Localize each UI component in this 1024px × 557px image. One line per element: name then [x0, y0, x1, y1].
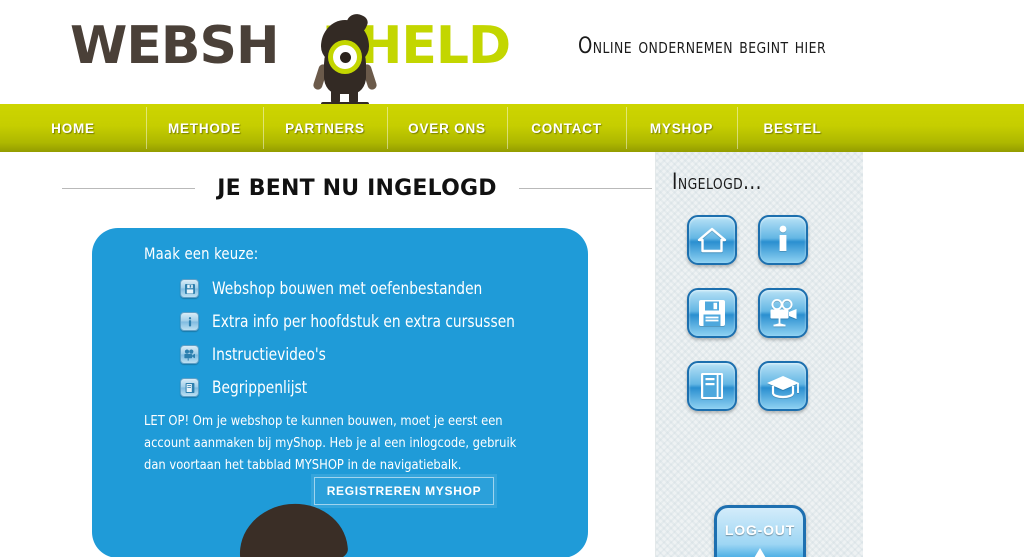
choice-label: Begrippenlijst	[212, 378, 308, 397]
nav-item-home[interactable]: HOME	[0, 104, 146, 152]
book-icon	[698, 371, 726, 401]
main-navigation: HOME METHODE PARTNERS OVER ONS CONTACT M…	[0, 104, 1024, 152]
mascot-pupil	[340, 52, 351, 63]
choice-label: Extra info per hoofdstuk en extra cursus…	[212, 312, 515, 331]
logout-button[interactable]: LOG-OUT	[714, 505, 806, 557]
logo-wordmark: WEBSHOPHELD	[70, 14, 511, 78]
floppy-disk-icon	[697, 298, 727, 328]
choice-item-instructievideos[interactable]: Instructievideo's	[180, 338, 580, 371]
right-sidebar: Ingelogd... LOG-OUT	[655, 152, 863, 557]
heading-rule-right	[518, 188, 652, 189]
page-heading-row: JE BENT NU INGELOGD	[0, 176, 652, 201]
info-icon	[180, 312, 199, 331]
floppy-disk-icon	[180, 279, 199, 298]
nav-item-methode[interactable]: METHODE	[146, 104, 263, 152]
page-root: WEBSHOPHELD Online ondernemen begint hie…	[0, 0, 1024, 557]
sidebar-icon-save[interactable]	[687, 288, 737, 338]
choice-item-webshop-bouwen[interactable]: Webshop bouwen met oefenbestanden	[180, 272, 580, 305]
home-icon	[697, 226, 727, 254]
bubble-note-text: LET OP! Om je webshop te kunnen bouwen, …	[144, 413, 517, 473]
sidebar-title: Ingelogd...	[672, 170, 762, 195]
sidebar-icon-book[interactable]	[687, 361, 737, 411]
logout-button-label: LOG-OUT	[724, 522, 796, 538]
site-header: WEBSHOPHELD Online ondernemen begint hie…	[0, 0, 1024, 107]
cyclops-mascot-icon	[312, 20, 378, 107]
nav-item-contact[interactable]: CONTACT	[507, 104, 626, 152]
choice-label: Instructievideo's	[212, 345, 326, 364]
sidebar-icon-home[interactable]	[687, 215, 737, 265]
sidebar-icon-video[interactable]	[758, 288, 808, 338]
logo-text-dark: WEBSH	[70, 16, 279, 76]
nav-item-partners[interactable]: PARTNERS	[263, 104, 387, 152]
info-icon	[774, 225, 792, 255]
right-whitespace	[863, 152, 1024, 557]
site-logo[interactable]: WEBSHOPHELD	[70, 14, 511, 107]
bubble-heading: Maak een keuze:	[144, 244, 259, 263]
speech-bubble-panel: Maak een keuze: Webshop bouwen met oefen…	[92, 228, 588, 557]
sidebar-icon-graduation[interactable]	[758, 361, 808, 411]
choice-list: Webshop bouwen met oefenbestanden Extra …	[180, 272, 580, 404]
sidebar-icon-grid	[687, 215, 827, 411]
logout-arrow-icon	[728, 546, 792, 557]
heading-rule-left	[62, 188, 196, 189]
nav-item-myshop[interactable]: MYSHOP	[626, 104, 737, 152]
nav-item-bestel[interactable]: BESTEL	[737, 104, 848, 152]
site-tagline: Online ondernemen begint hier	[578, 34, 827, 59]
nav-item-over-ons[interactable]: OVER ONS	[387, 104, 507, 152]
register-myshop-button[interactable]: REGISTREREN MYSHOP	[314, 477, 494, 505]
choice-label: Webshop bouwen met oefenbestanden	[212, 279, 483, 298]
graduation-cap-icon	[766, 373, 800, 399]
sidebar-icon-info[interactable]	[758, 215, 808, 265]
book-icon	[180, 378, 199, 397]
page-title: JE BENT NU INGELOGD	[217, 176, 497, 201]
video-camera-icon	[180, 345, 199, 364]
choice-item-begrippenlijst[interactable]: Begrippenlijst	[180, 371, 580, 404]
video-camera-icon	[767, 299, 799, 327]
choice-item-extra-info[interactable]: Extra info per hoofdstuk en extra cursus…	[180, 305, 580, 338]
